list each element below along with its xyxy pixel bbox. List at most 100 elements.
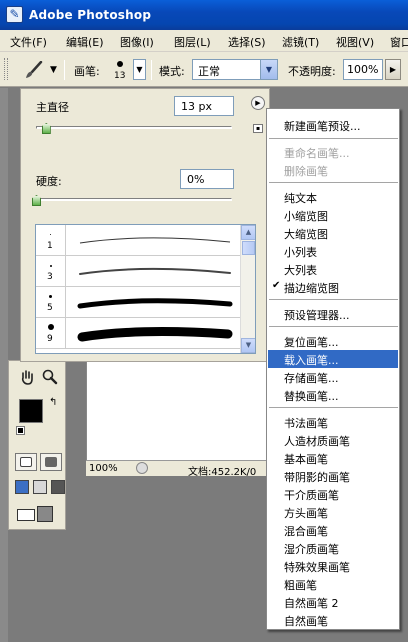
menu-item-rename-brush: 重命名画笔... [284,147,350,160]
imageready-app-icon [37,506,53,522]
brush-stroke-preview [79,267,231,275]
save-preset-icon[interactable]: ▪ [253,124,263,133]
master-diameter-slider[interactable] [36,126,232,129]
menu-item-square-brushes[interactable]: 方头画笔 [268,503,398,521]
brush-stroke-preview [77,327,233,342]
foreground-color-swatch[interactable] [19,399,43,423]
panel-menu-arrow-icon[interactable]: ▶ [251,96,265,110]
menu-item-save-brushes[interactable]: 存储画笔... [268,368,398,386]
brush-tip-dot [117,61,123,67]
menu-item-thick-heavy-brushes[interactable]: 粗画笔 [268,575,398,593]
menu-edit[interactable]: 编辑(E) [66,34,104,50]
menu-image[interactable]: 图像(I) [120,34,154,50]
hardness-input[interactable]: 0% [180,169,234,189]
brush-size-label: 9 [47,334,53,344]
swap-colors-icon[interactable]: ↰ [49,397,57,408]
chevron-down-icon[interactable]: ▼ [260,60,277,79]
scroll-down-icon[interactable]: ▼ [241,338,255,353]
scrollbar-thumb[interactable] [242,241,255,255]
master-diameter-slider-thumb[interactable] [41,123,51,134]
menu-item-large-thumbnail[interactable]: 大缩览图 [268,224,398,242]
standard-mode-icon [20,457,32,467]
document-status-bar: 100% 文档:452.2K/0 [86,460,268,478]
brush-preset-item[interactable]: 3 [36,256,241,287]
brush-preset-item[interactable]: 5 [36,287,241,318]
menu-item-faux-finish-brushes[interactable]: 人造材质画笔 [268,431,398,449]
menu-item-delete-brush: 删除画笔 [284,165,328,178]
menu-item-assorted-brushes[interactable]: 混合画笔 [268,521,398,539]
window-title: Adobe Photoshop [29,8,152,22]
menu-item-reset-brushes[interactable]: 复位画笔... [268,332,398,350]
scroll-up-icon[interactable]: ▲ [241,225,255,240]
document-canvas[interactable] [86,360,268,475]
tool-preset-dropdown-icon[interactable]: ▼ [50,65,57,75]
menu-window[interactable]: 窗口 [390,34,408,50]
brush-list-scrollbar[interactable]: ▲ ▼ [240,225,255,353]
menu-file[interactable]: 文件(F) [10,34,47,50]
hardness-slider[interactable] [36,198,232,201]
mode-label: 模式: [159,65,185,78]
screen-mode-full-icon[interactable] [51,480,65,494]
brush-preset-picker: 主直径 13 px ▶ ▪ 硬度: 0% 1 3 5 9 ▲ ▼ [20,88,270,362]
quick-mask-mode-button[interactable] [40,453,62,471]
photoshop-app-icon: ✎ [6,6,23,23]
brush-stroke-preview [79,237,231,244]
brush-size-label: 3 [47,272,53,282]
hardness-label: 硬度: [36,175,62,188]
brush-preset-item[interactable]: 9 [36,318,241,349]
brush-size-value: 13 [114,71,126,81]
options-bar: ▼ 画笔: 13 ▼ 模式: 正常 ▼ 不透明度: 100% ▶ [0,52,408,87]
master-diameter-input[interactable]: 13 px [174,96,234,116]
brush-preset-item[interactable]: 1 [36,225,241,256]
menu-item-natural-brushes-2[interactable]: 自然画笔 2 [268,593,398,611]
screen-mode-menus-icon[interactable] [33,480,47,494]
zoom-tool-icon[interactable] [42,369,58,385]
menu-item-basic-brushes[interactable]: 基本画笔 [268,449,398,467]
brush-tool-icon[interactable] [24,61,44,79]
menu-item-drop-shadow-brushes[interactable]: 带阴影的画笔 [268,467,398,485]
imageready-icon [17,509,35,521]
menu-item-preset-manager[interactable]: 预设管理器... [268,305,398,323]
checkmark-icon: ✔ [272,280,281,291]
menu-item-large-list[interactable]: 大列表 [268,260,398,278]
menu-item-wet-media-brushes[interactable]: 湿介质画笔 [268,539,398,557]
workspace-edge [0,88,8,642]
brush-preset-list: 1 3 5 9 ▲ ▼ [35,224,256,354]
brush-preview[interactable]: 13 [110,57,132,83]
menu-view[interactable]: 视图(V) [336,34,374,50]
opacity-label: 不透明度: [288,65,336,78]
opacity-slider-button[interactable]: ▶ [385,59,401,80]
menu-filter[interactable]: 滤镜(T) [282,34,319,50]
menu-item-text-only[interactable]: 纯文本 [268,188,398,206]
zoom-level[interactable]: 100% [89,463,118,474]
menu-item-dry-media-brushes[interactable]: 干介质画笔 [268,485,398,503]
brush-size-label: 5 [47,303,53,313]
mode-select-value: 正常 [198,65,220,78]
menubar: 文件(F) 编辑(E) 图像(I) 图层(L) 选择(S) 滤镜(T) 视图(V… [0,30,408,52]
jump-to-imageready-button[interactable] [17,506,57,524]
menu-item-calligraphic-brushes[interactable]: 书法画笔 [268,413,398,431]
opacity-input[interactable]: 100% [343,59,383,80]
brush-panel-menu: 新建画笔预设... 重命名画笔... 删除画笔 纯文本 小缩览图 大缩览图 小列… [266,108,400,630]
menu-item-special-effect-brushes[interactable]: 特殊效果画笔 [268,557,398,575]
hand-tool-icon[interactable] [19,369,35,385]
menu-item-new-brush-preset[interactable]: 新建画笔预设... [268,116,398,134]
brush-picker-dropdown-button[interactable]: ▼ [133,59,146,80]
menu-item-natural-brushes[interactable]: 自然画笔 [268,611,398,629]
menu-select[interactable]: 选择(S) [228,34,266,50]
menu-item-load-brushes[interactable]: 载入画笔... [268,350,398,368]
hardness-slider-thumb[interactable] [32,195,41,206]
screen-mode-standard-icon[interactable] [15,480,29,494]
menu-item-replace-brushes[interactable]: 替换画笔... [268,386,398,404]
menu-layer[interactable]: 图层(L) [174,34,211,50]
default-colors-icon[interactable] [16,426,25,435]
brush-stroke-preview [77,298,233,309]
standard-mode-button[interactable] [15,453,37,471]
menu-item-small-list[interactable]: 小列表 [268,242,398,260]
toolbar-grip[interactable] [4,58,8,80]
status-info-icon[interactable] [136,462,148,474]
brush-size-label: 1 [47,241,53,251]
mode-select[interactable]: 正常 ▼ [192,59,278,80]
menu-item-stroke-thumbnail[interactable]: ✔ 描边缩览图 [268,278,398,296]
menu-item-small-thumbnail[interactable]: 小缩览图 [268,206,398,224]
